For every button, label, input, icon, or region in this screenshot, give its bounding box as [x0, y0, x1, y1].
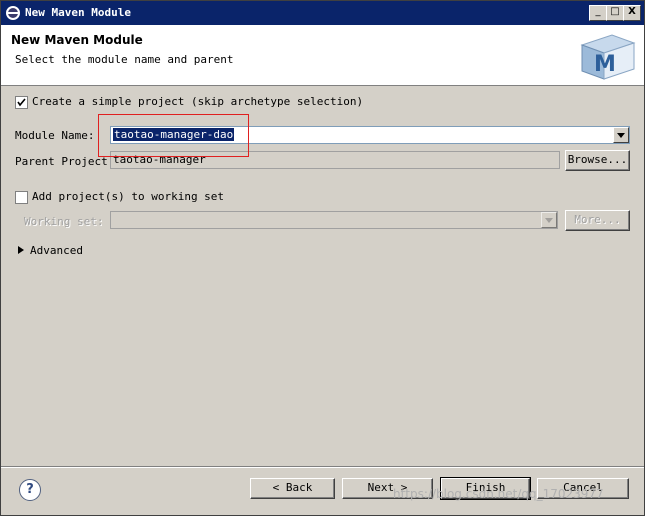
logo-letter: M	[594, 52, 616, 77]
close-button[interactable]: X	[623, 5, 641, 21]
help-icon[interactable]: ?	[19, 479, 41, 501]
simple-project-checkbox[interactable]	[15, 96, 28, 109]
chevron-down-icon	[617, 133, 625, 138]
working-set-toggle-label[interactable]: Add project(s) to working set	[32, 190, 224, 203]
title-bar[interactable]: New Maven Module _ □ X	[1, 1, 644, 25]
wizard-banner: New Maven Module Select the module name …	[1, 25, 644, 86]
more-button[interactable]: More...	[565, 210, 630, 231]
watermark-text: https://blog.csdn.net/qq_17023977	[393, 487, 604, 501]
back-button[interactable]: < Back	[250, 478, 335, 499]
working-set-combo[interactable]	[110, 211, 558, 229]
simple-project-label[interactable]: Create a simple project (skip archetype …	[32, 95, 363, 108]
working-set-checkbox[interactable]	[15, 191, 28, 204]
page-title: New Maven Module	[11, 33, 143, 47]
browse-button[interactable]: Browse...	[565, 150, 630, 171]
chevron-down-icon	[545, 218, 553, 223]
working-set-dropdown-button[interactable]	[541, 212, 557, 228]
window-title: New Maven Module	[25, 6, 131, 19]
checkmark-icon	[17, 98, 26, 107]
module-name-dropdown-button[interactable]	[613, 127, 629, 143]
minimize-button[interactable]: _	[589, 5, 607, 21]
module-name-label: Module Name:	[15, 129, 95, 142]
maximize-button[interactable]: □	[606, 5, 624, 21]
footer-separator	[1, 466, 644, 468]
maven-logo-icon: M	[580, 34, 636, 80]
working-set-label: Working set:	[24, 215, 104, 228]
new-maven-module-dialog: New Maven Module _ □ X New Maven Module …	[0, 0, 645, 516]
eclipse-icon	[6, 6, 20, 20]
advanced-section-label[interactable]: Advanced	[30, 244, 83, 257]
page-description: Select the module name and parent	[15, 53, 234, 66]
expand-triangle-icon[interactable]	[17, 245, 25, 255]
annotation-highlight-box	[98, 114, 249, 157]
